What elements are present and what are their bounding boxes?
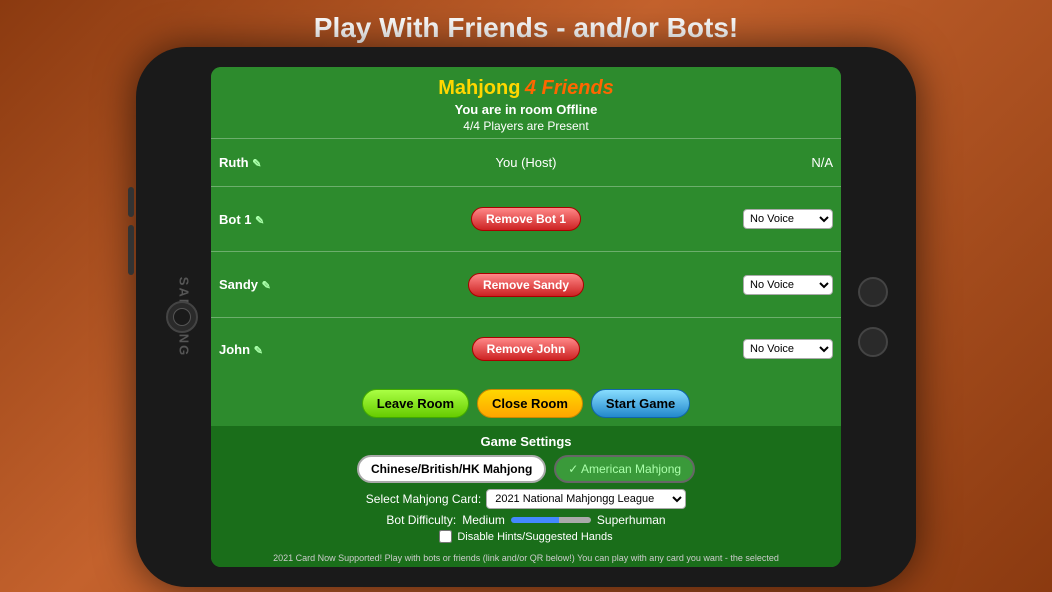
player-name: Ruth ✎ <box>211 139 331 187</box>
phone-left-buttons <box>128 187 134 275</box>
player-voice: No Voice Voice 1 <box>721 317 841 381</box>
home-button[interactable] <box>858 327 888 357</box>
player-name: Sandy ✎ <box>211 252 331 317</box>
difficulty-slider[interactable] <box>511 517 591 523</box>
voice-select-sandy[interactable]: No Voice Voice 1 <box>743 275 833 295</box>
chinese-mahjong-button[interactable]: Chinese/British/HK Mahjong <box>357 455 546 483</box>
difficulty-high: Superhuman <box>597 513 666 527</box>
card-select[interactable]: 2021 National Mahjongg League 2020 Natio… <box>486 489 686 509</box>
bottom-text: 2021 Card Now Supported! Play with bots … <box>211 551 841 567</box>
player-name: John ✎ <box>211 317 331 381</box>
players-status: 4/4 Players are Present <box>216 119 836 133</box>
difficulty-label: Bot Difficulty: <box>386 513 456 527</box>
select-card-label: Select Mahjong Card: <box>366 492 481 506</box>
close-room-button[interactable]: Close Room <box>477 389 583 418</box>
leave-room-button[interactable]: Leave Room <box>362 389 469 418</box>
hints-label: Disable Hints/Suggested Hands <box>457 531 612 543</box>
edit-icon: ✎ <box>254 345 263 357</box>
title-mahjong: Mahjong <box>438 77 520 99</box>
player-voice: No Voice Voice 1 <box>721 187 841 252</box>
table-row: Sandy ✎ Remove Sandy No Voice Voice 1 <box>211 252 841 317</box>
phone-wrapper: SAMSUNG Mahjong 4 Friends You are in roo… <box>136 47 916 587</box>
remove-bot1-button[interactable]: Remove Bot 1 <box>471 207 581 231</box>
remove-sandy-button[interactable]: Remove Sandy <box>468 273 584 297</box>
player-name: Bot 1 ✎ <box>211 187 331 252</box>
na-text: N/A <box>811 155 833 170</box>
action-buttons: Leave Room Close Room Start Game <box>211 381 841 426</box>
player-action: Remove John <box>331 317 721 381</box>
screen-content: Mahjong 4 Friends You are in room Offlin… <box>211 67 841 567</box>
game-settings: Game Settings Chinese/British/HK Mahjong… <box>211 426 841 551</box>
camera-icon <box>166 301 198 333</box>
phone-screen: Mahjong 4 Friends You are in room Offlin… <box>211 67 841 567</box>
volume-down-button[interactable] <box>128 225 134 275</box>
player-voice: No Voice Voice 1 <box>721 252 841 317</box>
volume-up-button[interactable] <box>128 187 134 217</box>
host-label: You (Host) <box>496 155 557 170</box>
player-action: You (Host) <box>331 139 721 187</box>
player-voice: N/A <box>721 139 841 187</box>
settings-title: Game Settings <box>221 434 831 449</box>
power-button[interactable] <box>858 277 888 307</box>
table-row: Bot 1 ✎ Remove Bot 1 No Voice Voice 1 <box>211 187 841 252</box>
edit-icon: ✎ <box>255 215 264 227</box>
room-status: You are in room Offline <box>216 102 836 117</box>
table-row: John ✎ Remove John No Voice Voice 1 <box>211 317 841 381</box>
select-card-row: Select Mahjong Card: 2021 National Mahjo… <box>221 489 831 509</box>
title-friends: 4 Friends <box>525 77 614 99</box>
phone-body: SAMSUNG Mahjong 4 Friends You are in roo… <box>136 47 916 587</box>
voice-select-john[interactable]: No Voice Voice 1 <box>743 339 833 359</box>
american-mahjong-button[interactable]: ✓ American Mahjong <box>554 455 695 483</box>
game-title: Mahjong 4 Friends <box>216 77 836 100</box>
voice-select-bot1[interactable]: No Voice Voice 1 <box>743 209 833 229</box>
player-action: Remove Bot 1 <box>331 187 721 252</box>
game-header: Mahjong 4 Friends You are in room Offlin… <box>211 67 841 138</box>
players-table: Ruth ✎ You (Host) N/A Bot 1 <box>211 138 841 381</box>
player-action: Remove Sandy <box>331 252 721 317</box>
edit-icon: ✎ <box>252 158 261 170</box>
phone-right-detail <box>858 277 888 357</box>
page-title: Play With Friends - and/or Bots! <box>0 0 1052 52</box>
table-row: Ruth ✎ You (Host) N/A <box>211 139 841 187</box>
difficulty-low: Medium <box>462 513 505 527</box>
start-game-button[interactable]: Start Game <box>591 389 690 418</box>
remove-john-button[interactable]: Remove John <box>472 337 581 361</box>
difficulty-row: Bot Difficulty: Medium Superhuman <box>221 513 831 527</box>
hints-row: Disable Hints/Suggested Hands <box>221 530 831 543</box>
mahjong-type-buttons: Chinese/British/HK Mahjong ✓ American Ma… <box>221 455 831 483</box>
hints-checkbox[interactable] <box>439 530 452 543</box>
edit-icon: ✎ <box>262 280 271 292</box>
